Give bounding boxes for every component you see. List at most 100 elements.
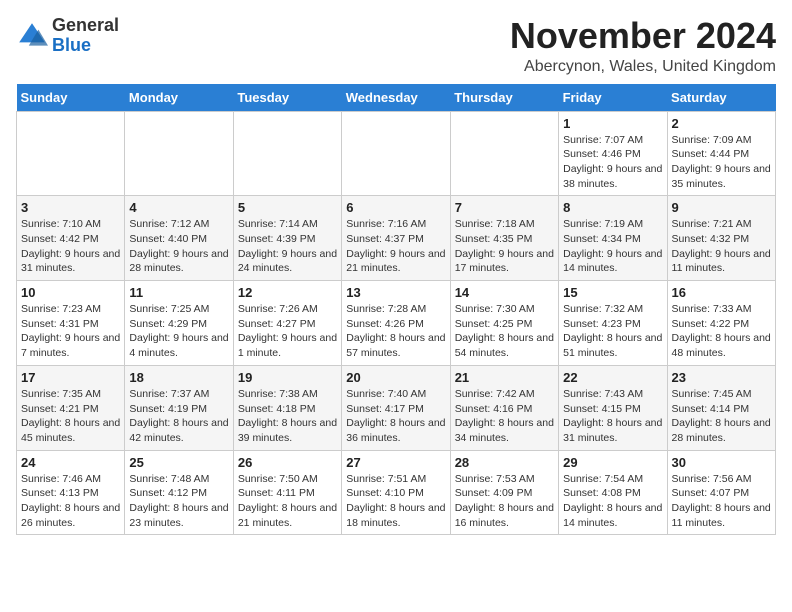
day-cell: 5 Sunrise: 7:14 AM Sunset: 4:39 PM Daylig… (233, 196, 341, 281)
calendar: SundayMondayTuesdayWednesdayThursdayFrid… (16, 84, 776, 536)
day-header-friday: Friday (559, 84, 667, 112)
day-info: Sunrise: 7:51 AM Sunset: 4:10 PM Dayligh… (346, 472, 445, 531)
day-number: 5 (238, 200, 337, 215)
day-number: 27 (346, 455, 445, 470)
day-number: 1 (563, 116, 662, 131)
day-cell: 23Sunrise: 7:45 AM Sunset: 4:14 PM Dayli… (667, 365, 775, 450)
day-header-tuesday: Tuesday (233, 84, 341, 112)
day-info: Sunrise: 7:14 AM Sunset: 4:39 PM Dayligh… (238, 217, 337, 276)
day-number: 10 (21, 285, 120, 300)
day-info: Sunrise: 7:09 AM Sunset: 4:44 PM Dayligh… (672, 133, 771, 192)
day-info: Sunrise: 7:18 AM Sunset: 4:35 PM Dayligh… (455, 217, 554, 276)
day-number: 11 (129, 285, 228, 300)
title-area: November 2024 Abercynon, Wales, United K… (510, 16, 776, 76)
day-cell: 19Sunrise: 7:38 AM Sunset: 4:18 PM Dayli… (233, 365, 341, 450)
day-cell: 2Sunrise: 7:09 AM Sunset: 4:44 PM Daylig… (667, 111, 775, 196)
logo-general: General (52, 15, 119, 35)
day-cell: 13 Sunrise: 7:28 AM Sunset: 4:26 PM Dayli… (342, 281, 450, 366)
day-number: 28 (455, 455, 554, 470)
day-cell: 1 Sunrise: 7:07 AM Sunset: 4:46 PM Daylig… (559, 111, 667, 196)
day-cell: 20Sunrise: 7:40 AM Sunset: 4:17 PM Dayli… (342, 365, 450, 450)
day-cell: 7 Sunrise: 7:18 AM Sunset: 4:35 PM Daylig… (450, 196, 558, 281)
day-number: 4 (129, 200, 228, 215)
day-info: Sunrise: 7:28 AM Sunset: 4:26 PM Dayligh… (346, 302, 445, 361)
day-cell (342, 111, 450, 196)
day-cell (450, 111, 558, 196)
day-number: 16 (672, 285, 771, 300)
day-cell: 6 Sunrise: 7:16 AM Sunset: 4:37 PM Daylig… (342, 196, 450, 281)
day-cell: 10 Sunrise: 7:23 AM Sunset: 4:31 PM Dayli… (17, 281, 125, 366)
logo-blue: Blue (52, 35, 91, 55)
day-cell: 28 Sunrise: 7:53 AM Sunset: 4:09 PM Dayli… (450, 450, 558, 535)
day-info: Sunrise: 7:37 AM Sunset: 4:19 PM Dayligh… (129, 387, 228, 446)
day-number: 7 (455, 200, 554, 215)
day-info: Sunrise: 7:35 AM Sunset: 4:21 PM Dayligh… (21, 387, 120, 446)
day-info: Sunrise: 7:26 AM Sunset: 4:27 PM Dayligh… (238, 302, 337, 361)
day-info: Sunrise: 7:48 AM Sunset: 4:12 PM Dayligh… (129, 472, 228, 531)
day-cell: 14Sunrise: 7:30 AM Sunset: 4:25 PM Dayli… (450, 281, 558, 366)
month-title: November 2024 (510, 16, 776, 56)
day-number: 29 (563, 455, 662, 470)
day-cell: 9 Sunrise: 7:21 AM Sunset: 4:32 PM Daylig… (667, 196, 775, 281)
day-info: Sunrise: 7:38 AM Sunset: 4:18 PM Dayligh… (238, 387, 337, 446)
day-cell (125, 111, 233, 196)
day-cell: 22 Sunrise: 7:43 AM Sunset: 4:15 PM Dayli… (559, 365, 667, 450)
day-number: 25 (129, 455, 228, 470)
day-number: 8 (563, 200, 662, 215)
day-cell: 27 Sunrise: 7:51 AM Sunset: 4:10 PM Dayli… (342, 450, 450, 535)
day-info: Sunrise: 7:07 AM Sunset: 4:46 PM Dayligh… (563, 133, 662, 192)
day-number: 6 (346, 200, 445, 215)
day-info: Sunrise: 7:50 AM Sunset: 4:11 PM Dayligh… (238, 472, 337, 531)
week-row-1: 1 Sunrise: 7:07 AM Sunset: 4:46 PM Daylig… (17, 111, 776, 196)
day-info: Sunrise: 7:32 AM Sunset: 4:23 PM Dayligh… (563, 302, 662, 361)
day-header-monday: Monday (125, 84, 233, 112)
day-number: 9 (672, 200, 771, 215)
day-info: Sunrise: 7:53 AM Sunset: 4:09 PM Dayligh… (455, 472, 554, 531)
day-cell: 4 Sunrise: 7:12 AM Sunset: 4:40 PM Daylig… (125, 196, 233, 281)
day-number: 12 (238, 285, 337, 300)
location-title: Abercynon, Wales, United Kingdom (510, 58, 776, 76)
header: General Blue November 2024 Abercynon, Wa… (16, 16, 776, 76)
day-number: 30 (672, 455, 771, 470)
day-cell: 11 Sunrise: 7:25 AM Sunset: 4:29 PM Dayli… (125, 281, 233, 366)
day-cell (233, 111, 341, 196)
day-number: 15 (563, 285, 662, 300)
day-cell: 3Sunrise: 7:10 AM Sunset: 4:42 PM Daylig… (17, 196, 125, 281)
day-cell: 17 Sunrise: 7:35 AM Sunset: 4:21 PM Dayli… (17, 365, 125, 450)
week-row-2: 3Sunrise: 7:10 AM Sunset: 4:42 PM Daylig… (17, 196, 776, 281)
day-cell: 8 Sunrise: 7:19 AM Sunset: 4:34 PM Daylig… (559, 196, 667, 281)
day-cell: 18 Sunrise: 7:37 AM Sunset: 4:19 PM Dayli… (125, 365, 233, 450)
day-number: 17 (21, 370, 120, 385)
day-info: Sunrise: 7:46 AM Sunset: 4:13 PM Dayligh… (21, 472, 120, 531)
day-header-wednesday: Wednesday (342, 84, 450, 112)
day-header-saturday: Saturday (667, 84, 775, 112)
day-cell (17, 111, 125, 196)
day-number: 20 (346, 370, 445, 385)
day-info: Sunrise: 7:56 AM Sunset: 4:07 PM Dayligh… (672, 472, 771, 531)
day-info: Sunrise: 7:25 AM Sunset: 4:29 PM Dayligh… (129, 302, 228, 361)
day-info: Sunrise: 7:33 AM Sunset: 4:22 PM Dayligh… (672, 302, 771, 361)
day-number: 13 (346, 285, 445, 300)
day-info: Sunrise: 7:19 AM Sunset: 4:34 PM Dayligh… (563, 217, 662, 276)
day-info: Sunrise: 7:54 AM Sunset: 4:08 PM Dayligh… (563, 472, 662, 531)
day-cell: 24 Sunrise: 7:46 AM Sunset: 4:13 PM Dayli… (17, 450, 125, 535)
day-number: 21 (455, 370, 554, 385)
day-number: 24 (21, 455, 120, 470)
day-cell: 26 Sunrise: 7:50 AM Sunset: 4:11 PM Dayli… (233, 450, 341, 535)
day-info: Sunrise: 7:43 AM Sunset: 4:15 PM Dayligh… (563, 387, 662, 446)
day-number: 18 (129, 370, 228, 385)
day-info: Sunrise: 7:23 AM Sunset: 4:31 PM Dayligh… (21, 302, 120, 361)
day-cell: 25 Sunrise: 7:48 AM Sunset: 4:12 PM Dayli… (125, 450, 233, 535)
day-number: 22 (563, 370, 662, 385)
day-number: 3 (21, 200, 120, 215)
day-info: Sunrise: 7:12 AM Sunset: 4:40 PM Dayligh… (129, 217, 228, 276)
day-info: Sunrise: 7:45 AM Sunset: 4:14 PM Dayligh… (672, 387, 771, 446)
day-info: Sunrise: 7:21 AM Sunset: 4:32 PM Dayligh… (672, 217, 771, 276)
day-cell: 16 Sunrise: 7:33 AM Sunset: 4:22 PM Dayli… (667, 281, 775, 366)
day-number: 26 (238, 455, 337, 470)
day-info: Sunrise: 7:16 AM Sunset: 4:37 PM Dayligh… (346, 217, 445, 276)
logo: General Blue (16, 16, 119, 56)
logo-icon (16, 20, 48, 52)
day-cell: 29 Sunrise: 7:54 AM Sunset: 4:08 PM Dayli… (559, 450, 667, 535)
day-cell: 15 Sunrise: 7:32 AM Sunset: 4:23 PM Dayli… (559, 281, 667, 366)
